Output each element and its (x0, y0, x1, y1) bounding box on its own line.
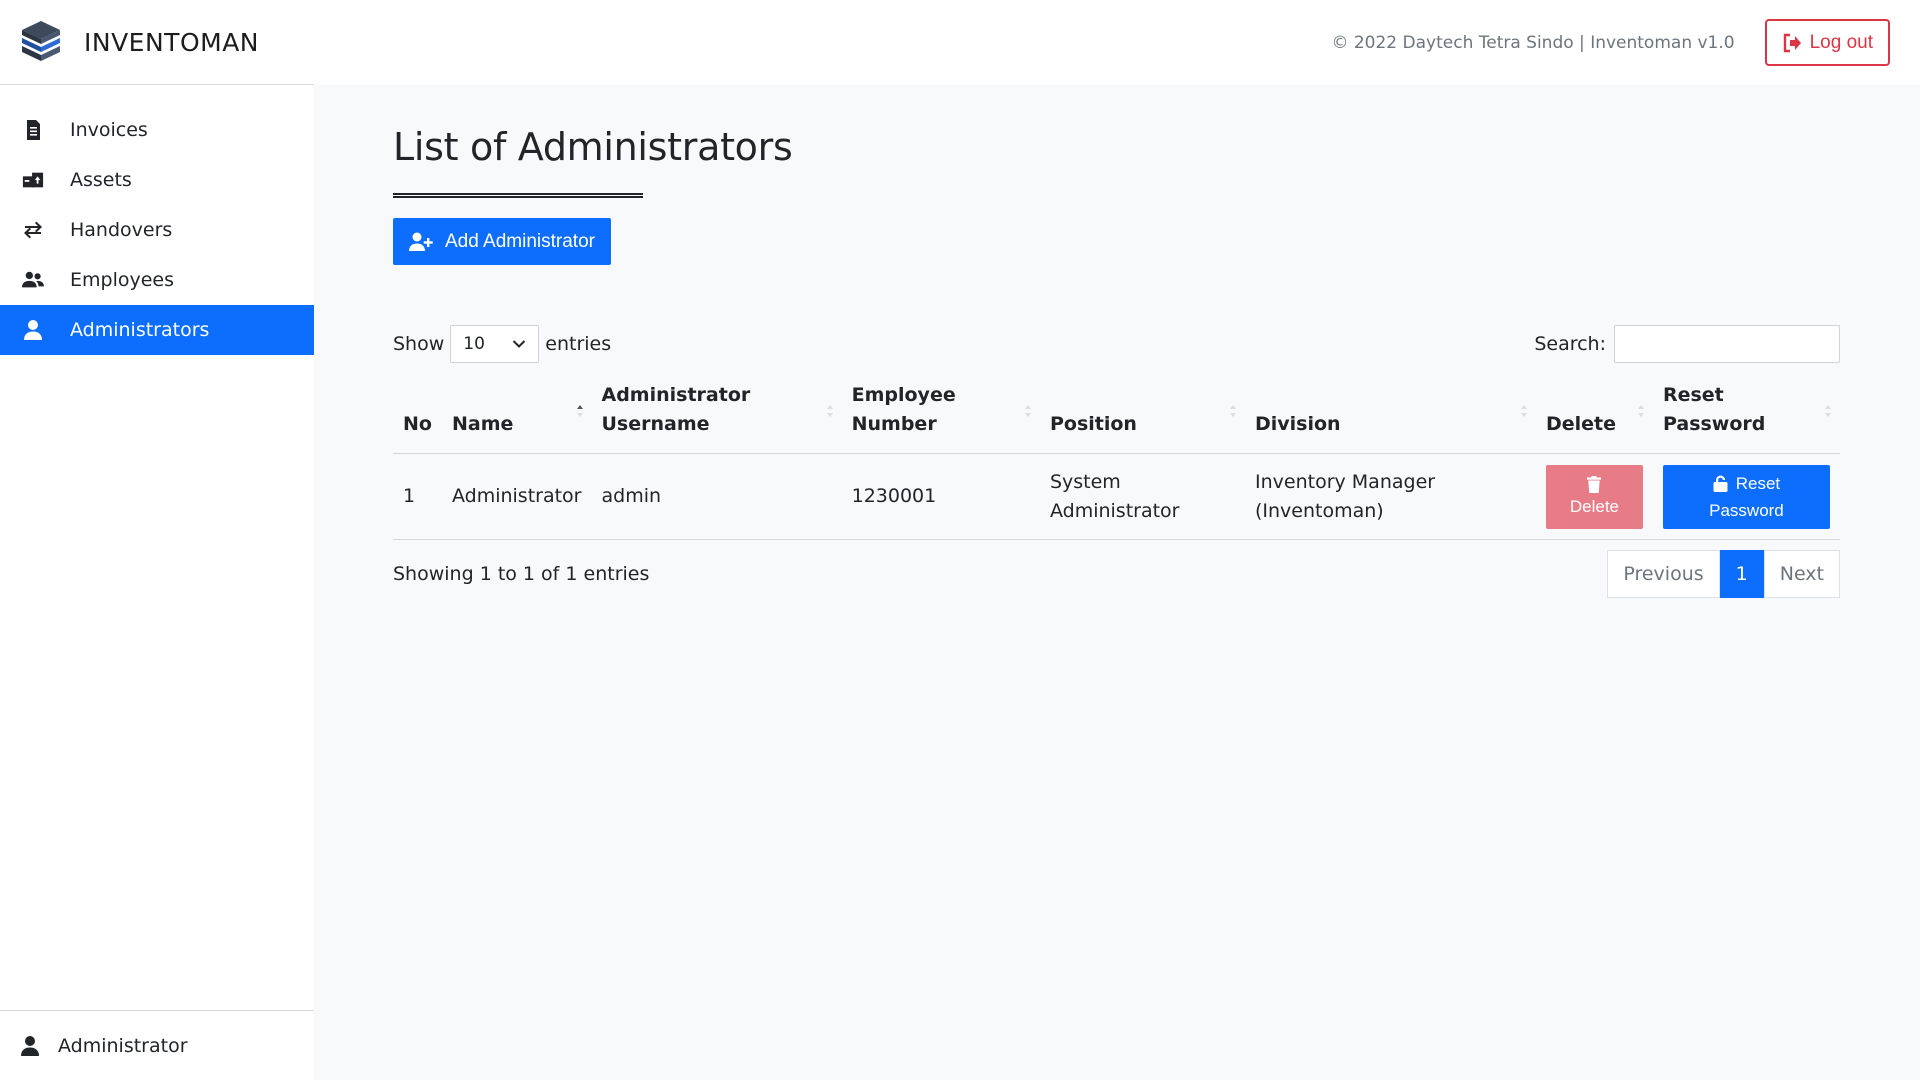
column-header-name[interactable]: Name (441, 381, 592, 454)
sort-icon (1637, 405, 1644, 417)
sidebar-item-label: Assets (70, 169, 132, 191)
column-header-division[interactable]: Division (1245, 381, 1536, 454)
column-header-reset-password[interactable]: Reset Password (1652, 381, 1840, 454)
top-header: INVENTOMAN © 2022 Daytech Tetra Sindo | … (0, 0, 1920, 85)
file-invoice-icon (27, 120, 40, 140)
column-header-position[interactable]: Position (1039, 381, 1245, 454)
table-info: Showing 1 to 1 of 1 entries (393, 563, 650, 585)
sort-icon (1825, 405, 1831, 417)
sort-icon (826, 405, 833, 417)
cell-name: Administrator (441, 453, 592, 540)
sort-icon (1520, 405, 1527, 417)
sidebar-item-employees[interactable]: Employees (0, 255, 314, 305)
cell-username: admin (591, 453, 842, 540)
sign-out-icon (1783, 33, 1801, 52)
sidebar-item-label: Employees (70, 269, 174, 291)
chevron-down-icon (513, 340, 526, 348)
user-plus-icon (409, 232, 433, 251)
search-input[interactable] (1614, 325, 1840, 363)
sort-asc-icon (576, 405, 583, 417)
sidebar-item-administrators[interactable]: Administrators (0, 305, 314, 355)
cell-employee-number: 1230001 (841, 453, 1040, 540)
user-tie-icon (21, 1035, 39, 1056)
title-underline (393, 193, 643, 198)
logout-label: Log out (1809, 31, 1873, 53)
entries-per-page-select[interactable]: 10 (450, 325, 540, 363)
delete-label: Delete (1569, 497, 1620, 516)
add-administrator-label: Add Administrator (445, 230, 595, 252)
delete-button[interactable]: Delete (1545, 464, 1643, 529)
sidebar-item-label: Handovers (70, 219, 173, 241)
entries-label: entries (545, 333, 612, 355)
show-label: Show (393, 333, 445, 355)
layers-logo-icon (22, 21, 60, 61)
table-header-row: No Name Administrator Username Employee Nu… (393, 381, 1840, 454)
app-name: INVENTOMAN (84, 27, 259, 57)
column-header-no: No (393, 381, 442, 454)
user-tie-icon (24, 320, 42, 340)
search-label: Search: (1534, 333, 1606, 355)
copyright-text: © 2022 Daytech Tetra Sindo | Inventoman … (1331, 32, 1735, 53)
sidebar-item-invoices[interactable]: Invoices (0, 105, 314, 155)
administrators-table: No Name Administrator Username Employee Nu… (393, 381, 1840, 540)
sort-icon (1024, 405, 1031, 417)
cell-delete: Delete (1535, 453, 1653, 540)
trash-icon (1587, 476, 1602, 493)
cell-reset-password: Reset Password (1652, 453, 1840, 540)
table-row: 1 Administrator admin 1230001 System Admi… (393, 453, 1840, 540)
pagination: Previous 1 Next (1607, 550, 1840, 598)
current-user-name: Administrator (58, 1034, 188, 1057)
previous-page-button[interactable]: Previous (1607, 550, 1720, 598)
table-footer: Showing 1 to 1 of 1 entries Previous 1 N… (393, 550, 1840, 598)
column-header-employee-number[interactable]: Employee Number (841, 381, 1040, 454)
users-icon (22, 271, 44, 288)
sidebar-item-handovers[interactable]: Handovers (0, 205, 314, 255)
reset-password-button[interactable]: Reset Password (1662, 464, 1830, 529)
brand[interactable]: INVENTOMAN (0, 0, 314, 85)
reset-label: Reset (1735, 473, 1781, 493)
cell-division: Inventory Manager (Inventoman) (1245, 453, 1536, 540)
exchange-arrows-icon (24, 221, 42, 239)
next-page-button[interactable]: Next (1763, 550, 1840, 598)
sort-icon (1230, 405, 1236, 417)
main-content: List of Administrators Add Administrator… (393, 85, 1840, 598)
unlock-icon (1713, 475, 1728, 492)
sidebar-item-assets[interactable]: Assets (0, 155, 314, 205)
table-controls: Show 10 entries Search: (393, 325, 1840, 363)
current-user[interactable]: Administrator (0, 1010, 314, 1080)
column-header-username[interactable]: Administrator Username (591, 381, 842, 454)
entries-per-page-value: 10 (463, 334, 485, 354)
cell-no: 1 (393, 453, 442, 540)
assets-icon (22, 172, 44, 188)
page-1-button[interactable]: 1 (1719, 550, 1764, 598)
logout-button[interactable]: Log out (1764, 19, 1890, 66)
sidebar: Invoices Assets Handovers Employees Admi… (0, 85, 314, 1080)
sidebar-item-label: Administrators (70, 319, 210, 341)
password-label: Password (1709, 500, 1784, 520)
add-administrator-button[interactable]: Add Administrator (393, 218, 611, 265)
cell-position: System Administrator (1039, 453, 1245, 540)
sidebar-item-label: Invoices (70, 119, 148, 141)
page-title: List of Administrators (393, 125, 793, 169)
column-header-delete[interactable]: Delete (1535, 381, 1653, 454)
